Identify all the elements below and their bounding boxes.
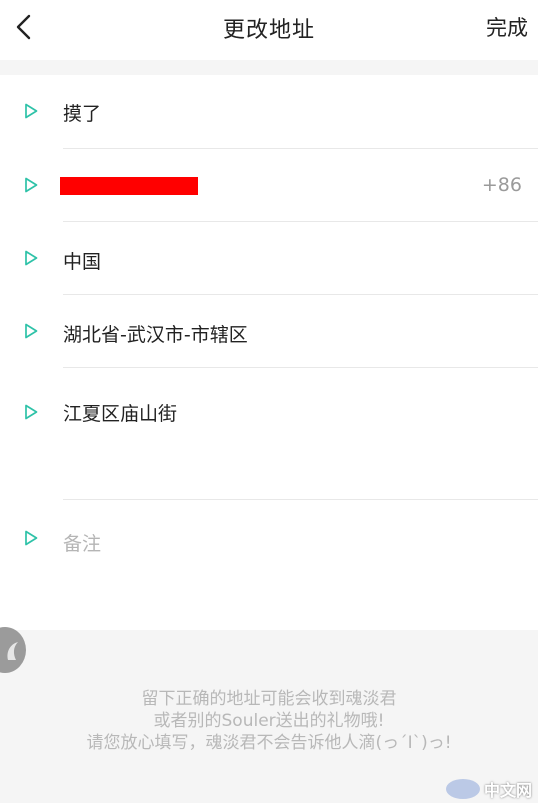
triangle-right-icon: [25, 530, 38, 546]
done-button[interactable]: 完成: [486, 12, 528, 42]
triangle-right-icon: [25, 103, 38, 119]
country-row[interactable]: 中国: [0, 222, 538, 294]
region-row[interactable]: 湖北省-武汉市-市辖区: [0, 295, 538, 367]
triangle-right-icon: [25, 404, 38, 420]
name-row[interactable]: 摸了: [0, 75, 538, 148]
top-bar: 更改地址 完成: [0, 0, 538, 60]
footer-line: 留下正确的地址可能会收到魂淡君: [141, 689, 397, 709]
page-title: 更改地址: [222, 18, 315, 43]
triangle-right-icon: [25, 250, 38, 266]
triangle-right-icon: [25, 323, 38, 339]
remark-row[interactable]: 备注: [0, 500, 538, 575]
avatar-glyph-icon: [7, 642, 19, 660]
avatar[interactable]: [0, 627, 26, 673]
remark-input[interactable]: 备注: [63, 529, 101, 556]
region-select[interactable]: 湖北省-武汉市-市辖区: [63, 320, 248, 347]
footer-line: 请您放心填写，魂淡君不会告诉他人滴(っ´Ι`)っ!: [86, 733, 452, 753]
address-form: 摸了 +86 中国 湖北省-武汉市-市辖区 江夏区庙山街 备注: [0, 75, 538, 630]
name-input[interactable]: 摸了: [63, 99, 101, 126]
country-select[interactable]: 中国: [63, 247, 101, 274]
redacted-phone-number[interactable]: [60, 177, 198, 195]
footer-line: 或者别的Souler送出的礼物哦!: [153, 711, 385, 731]
street-row[interactable]: 江夏区庙山街: [0, 368, 538, 498]
country-code[interactable]: +86: [482, 174, 522, 196]
php-logo-icon: [445, 779, 480, 799]
triangle-right-icon: [25, 177, 38, 193]
watermark: 中文网: [445, 778, 532, 800]
street-address-input[interactable]: 江夏区庙山街: [63, 399, 177, 426]
watermark-text: 中文网: [483, 781, 532, 800]
footer-notice: 留下正确的地址可能会收到魂淡君 或者别的Souler送出的礼物哦! 请您放心填写…: [0, 688, 538, 754]
phone-row[interactable]: +86: [0, 149, 538, 221]
